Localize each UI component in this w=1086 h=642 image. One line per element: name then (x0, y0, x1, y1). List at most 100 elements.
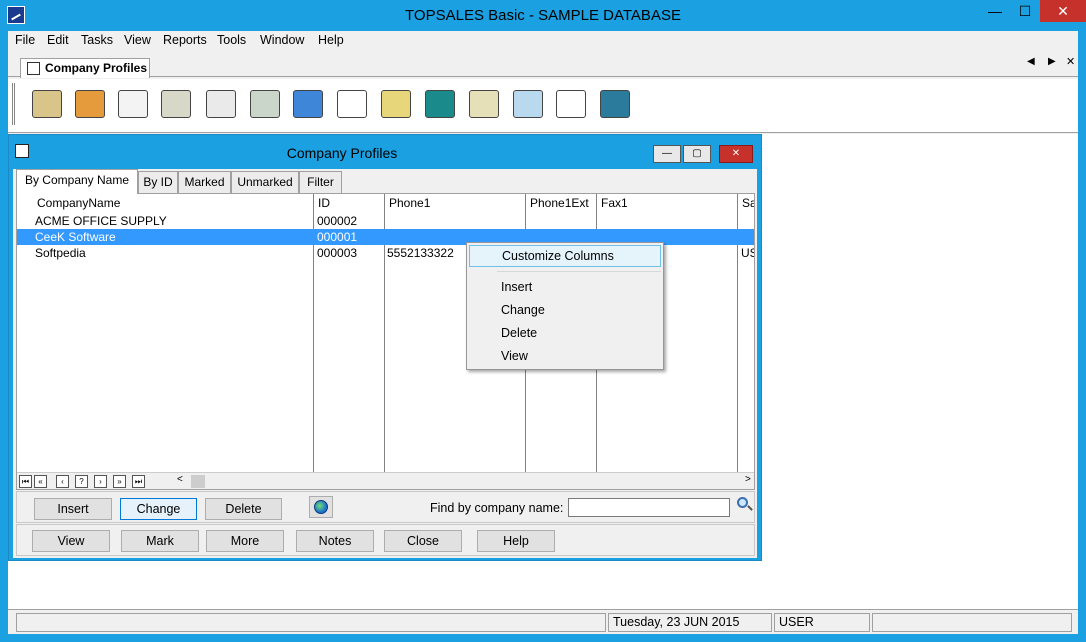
fax-icon (161, 90, 191, 118)
toolbar-button-invoice[interactable] (335, 87, 369, 121)
menu-window[interactable]: Window (260, 33, 304, 47)
bank-icon (425, 90, 455, 118)
calculator-icon (600, 90, 630, 118)
menu-view[interactable]: View (124, 33, 151, 47)
cell-company-name: ACME OFFICE SUPPLY (35, 214, 167, 228)
child-minimize-button[interactable]: — (653, 145, 681, 163)
more-button[interactable]: More (206, 530, 284, 552)
projector-icon (513, 90, 543, 118)
prev-record-button[interactable]: ‹ (56, 475, 69, 488)
prev-page-button[interactable]: « (34, 475, 47, 488)
menu-help[interactable]: Help (318, 33, 344, 47)
tab-marked[interactable]: Marked (178, 171, 231, 193)
child-close-button[interactable]: ✕ (719, 145, 753, 163)
menu-bar: File Edit Tasks View Reports Tools Windo… (8, 31, 1078, 51)
cell-id: 000002 (317, 214, 358, 228)
scroll-right-icon[interactable]: > (745, 474, 751, 485)
last-record-button[interactable]: ⏭ (132, 475, 145, 488)
status-date: Tuesday, 23 JUN 2015 (608, 613, 772, 632)
toolbar-button-calendar[interactable] (204, 87, 238, 121)
tab-unmarked[interactable]: Unmarked (231, 171, 299, 193)
tab-filter[interactable]: Filter (299, 171, 342, 193)
scroll-left-icon[interactable]: < (177, 474, 183, 485)
toolbar-button-phone[interactable] (248, 87, 282, 121)
toolbar-button-contacts[interactable] (73, 87, 107, 121)
toolbar-button-warehouse[interactable] (467, 87, 501, 121)
column-header-fax1[interactable]: Fax1 (601, 196, 628, 212)
letter-icon (118, 90, 148, 118)
document-tab-strip: Company Profiles (8, 52, 1078, 78)
column-header-sa[interactable]: Sa (742, 196, 754, 212)
status-bar: Tuesday, 23 JUN 2015 USER (8, 609, 1078, 634)
phone-icon (250, 90, 280, 118)
menu-item-change[interactable]: Change (469, 299, 661, 321)
maximize-button[interactable]: ☐ (1010, 0, 1040, 22)
menu-item-delete[interactable]: Delete (469, 322, 661, 344)
toolbar-button-internet[interactable] (291, 87, 325, 121)
company-profiles-icon (32, 90, 62, 118)
child-title-bar: Company Profiles — ▢ ✕ (9, 135, 761, 169)
toolbar-button-stopwatch[interactable] (554, 87, 588, 121)
menu-tasks[interactable]: Tasks (81, 33, 113, 47)
internet-icon (293, 90, 323, 118)
cell-id: 000003 (317, 246, 358, 260)
cell-company-name: Softpedia (35, 246, 86, 260)
find-company-input[interactable] (568, 498, 730, 517)
toolbar-grip[interactable] (12, 83, 15, 125)
menu-reports[interactable]: Reports (163, 33, 207, 47)
tab-company-profiles[interactable]: Company Profiles (20, 58, 150, 78)
search-record-button[interactable]: ? (75, 475, 88, 488)
menu-item-view[interactable]: View (469, 345, 661, 367)
status-message (16, 613, 606, 632)
tab-by-id[interactable]: By ID (138, 171, 178, 193)
notes-button[interactable]: Notes (296, 530, 374, 552)
toolbar-button-letter[interactable] (116, 87, 150, 121)
cell-phone1: 5552133322 (387, 246, 454, 260)
change-button[interactable]: Change (120, 498, 197, 520)
table-row[interactable]: ACME OFFICE SUPPLY 000002 (17, 213, 754, 229)
mark-button[interactable]: Mark (121, 530, 199, 552)
tab-prev-icon[interactable]: ◀ (1027, 56, 1035, 67)
next-page-button[interactable]: » (113, 475, 126, 488)
first-record-button[interactable]: ⏮ (19, 475, 32, 488)
find-label: Find by company name: (430, 501, 564, 515)
view-button[interactable]: View (32, 530, 110, 552)
action-bar: Insert Change Delete Find by company nam… (16, 491, 755, 523)
column-header-phone1ext[interactable]: Phone1Ext (530, 196, 589, 212)
next-record-button[interactable]: › (94, 475, 107, 488)
toolbar-button-calculator[interactable] (598, 87, 632, 121)
insert-button[interactable]: Insert (34, 498, 112, 520)
toolbar (8, 79, 1078, 133)
toolbar-button-bank[interactable] (423, 87, 457, 121)
web-lookup-button[interactable] (309, 496, 333, 518)
close-window-button[interactable]: Close (384, 530, 462, 552)
toolbar-button-fax[interactable] (159, 87, 193, 121)
search-icon[interactable] (737, 497, 753, 513)
scroll-thumb[interactable] (191, 475, 205, 488)
menu-tools[interactable]: Tools (217, 33, 246, 47)
horizontal-scrollbar[interactable]: ⏮ « ‹ ? › » ⏭ < > (17, 472, 754, 489)
column-header-id[interactable]: ID (318, 196, 330, 212)
menu-item-customize-columns[interactable]: Customize Columns (469, 245, 661, 267)
close-button[interactable]: ✕ (1040, 0, 1086, 22)
minimize-button[interactable]: — (980, 0, 1010, 22)
cell-company-name: CeeK Software (35, 230, 116, 244)
menu-edit[interactable]: Edit (47, 33, 69, 47)
toolbar-button-company-profiles[interactable] (30, 87, 64, 121)
menu-file[interactable]: File (15, 33, 35, 47)
tab-by-company-name[interactable]: By Company Name (16, 169, 138, 194)
mdi-workspace: Company Profiles — ▢ ✕ By Company Name B… (8, 134, 1078, 609)
calendar-icon (206, 90, 236, 118)
warehouse-icon (469, 90, 499, 118)
help-button[interactable]: Help (477, 530, 555, 552)
child-maximize-button[interactable]: ▢ (683, 145, 711, 163)
column-header-companyname[interactable]: CompanyName (37, 196, 120, 212)
column-header-phone1[interactable]: Phone1 (389, 196, 430, 212)
menu-item-insert[interactable]: Insert (469, 276, 661, 298)
toolbar-button-projector[interactable] (511, 87, 545, 121)
tab-next-icon[interactable]: ▶ (1048, 56, 1056, 67)
toolbar-button-cash-register[interactable] (379, 87, 413, 121)
tab-close-icon[interactable]: ✕ (1066, 55, 1075, 68)
delete-button[interactable]: Delete (205, 498, 282, 520)
window-title: TOPSALES Basic - SAMPLE DATABASE (405, 7, 681, 24)
